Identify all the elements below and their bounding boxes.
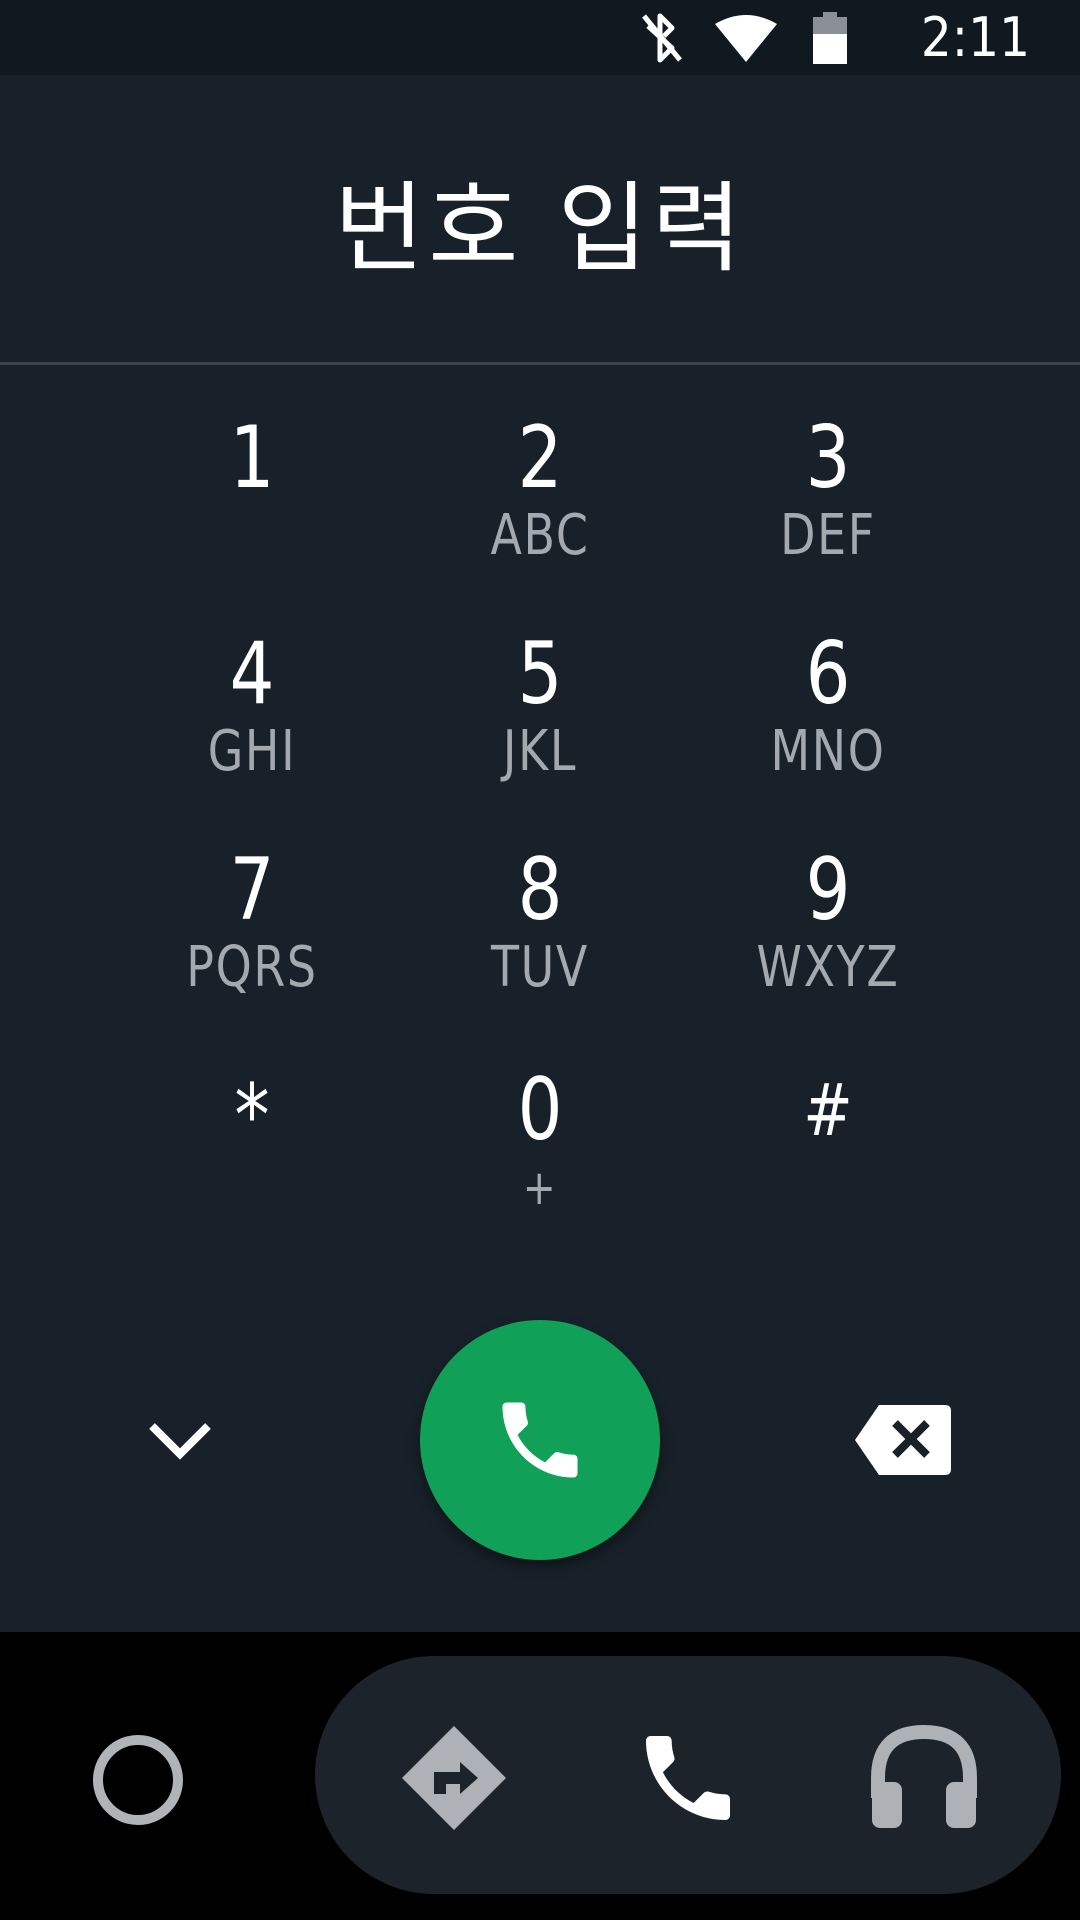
navigation-icon [402,1726,506,1830]
headphones-icon [871,1724,977,1828]
key-letters: TUV [490,935,589,1000]
key-letters: WXYZ [756,935,900,1000]
key-digit: 9 [805,840,851,940]
battery-icon [808,0,852,75]
key-0[interactable]: 0 + [440,1062,640,1242]
key-letters: GHI [207,719,297,784]
key-digit: 8 [517,840,563,940]
collapse-button[interactable] [130,1395,230,1485]
key-digit: 6 [805,624,851,724]
phone-icon [502,1402,578,1478]
key-letters: JKL [502,719,578,784]
key-6[interactable]: 6 MNO [728,626,928,806]
key-1[interactable]: 1 [152,410,352,590]
key-letters: MNO [770,719,886,784]
key-letters: + [522,1160,558,1216]
key-digit: 4 [229,624,275,724]
phone-icon [646,1736,730,1820]
key-digit: 7 [229,840,275,940]
key-9[interactable]: 9 WXYZ [728,842,928,1022]
bluetooth-off-icon [632,0,692,75]
key-2[interactable]: 2 ABC [440,410,640,590]
key-digit: 1 [229,408,275,508]
key-5[interactable]: 5 JKL [440,626,640,806]
home-button[interactable] [80,1722,196,1838]
key-digit: 0 [517,1060,563,1160]
key-3[interactable]: 3 DEF [728,410,928,590]
nav-item-phone[interactable] [626,1718,750,1838]
key-digit: # [803,1068,853,1152]
call-button[interactable] [420,1320,660,1560]
key-8[interactable]: 8 TUV [440,842,640,1022]
page-title: 번호 입력 [334,172,746,286]
nav-item-media[interactable] [862,1716,986,1840]
key-letters: ABC [490,503,590,568]
wifi-icon [708,0,784,75]
backspace-button[interactable] [848,1395,958,1485]
backspace-icon [855,1405,951,1475]
key-4[interactable]: 4 GHI [152,626,352,806]
divider [0,362,1080,365]
key-hash[interactable]: # [728,1062,928,1242]
status-bar: 2:11 [0,0,1080,75]
key-digit: * [234,1066,270,1166]
nav-item-navigation[interactable] [392,1718,516,1838]
status-time: 2:11 [920,6,1030,69]
key-7[interactable]: 7 PQRS [152,842,352,1022]
chevron-down-icon [149,1423,211,1460]
key-digit: 3 [805,408,851,508]
home-circle-icon [93,1735,183,1825]
key-digit: 5 [517,624,563,724]
key-letters: PQRS [186,935,318,1000]
android-auto-dialer-screen: 2:11 번호 입력 1 2 ABC 3 DEF 4 GHI 5 JKL 6 M… [0,0,1080,1920]
key-digit: 2 [517,408,563,508]
key-letters: DEF [780,503,876,568]
key-star[interactable]: * [152,1068,352,1248]
